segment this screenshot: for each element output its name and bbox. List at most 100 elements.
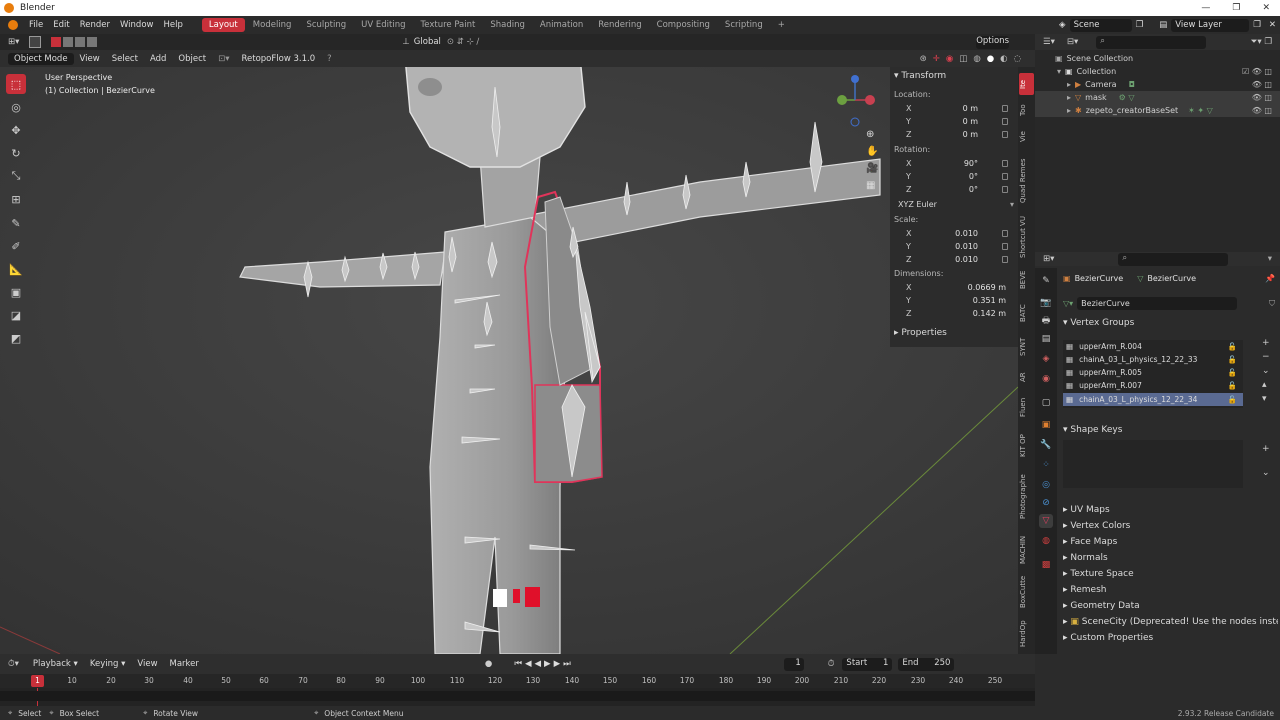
location-x-field[interactable]: X0 m (890, 102, 1018, 115)
help-icon[interactable]: ? (321, 54, 338, 64)
close-button[interactable]: ✕ (1262, 3, 1270, 13)
scale-x-field[interactable]: X 0.010 (890, 227, 1018, 240)
face-maps-header[interactable]: ▸ Face Maps (1063, 537, 1117, 547)
rotation-mode-dropdown[interactable]: XYZ Euler ▾ (890, 198, 1018, 211)
outliner-scene-collection[interactable]: ▣ Scene Collection (1035, 52, 1280, 65)
maximize-button[interactable]: ❐ (1232, 3, 1240, 13)
menu-object[interactable]: Object (172, 54, 212, 64)
sidebar-tab-machin3[interactable]: MACHIN (1019, 531, 1034, 569)
keyframe-icon[interactable]: ● (485, 659, 492, 669)
sidebar-tab-shortcut-vu[interactable]: Shortcut VU (1019, 213, 1034, 261)
pivot-icon[interactable]: ⊙ ⇵ ⊹ ∕ (447, 37, 479, 47)
preview-range-icon[interactable]: ⏱ (828, 659, 835, 669)
menu-window[interactable]: Window (115, 20, 159, 30)
workspace-tab-scripting[interactable]: Scripting (718, 18, 770, 32)
sidebar-tab-tool[interactable]: Too (1019, 99, 1034, 121)
menu-add[interactable]: Add (144, 54, 172, 64)
options-dropdown[interactable]: Options (976, 35, 1009, 49)
geometry-data-header[interactable]: ▸ Geometry Data (1063, 601, 1140, 611)
dimensions-x-field[interactable]: X 0.0669 m (890, 281, 1018, 294)
vertex-colors-header[interactable]: ▸ Vertex Colors (1063, 521, 1130, 531)
location-z-field[interactable]: Z0 m (890, 128, 1018, 141)
cursor-tool-icon[interactable]: ◎ (6, 97, 26, 117)
data-tab-icon[interactable]: ▽ (1039, 514, 1053, 528)
render-tab-icon[interactable]: 📷 (1039, 296, 1053, 310)
menu-render[interactable]: Render (75, 20, 115, 30)
transform-header[interactable]: ▾ Transform (894, 71, 946, 81)
scale-y-field[interactable]: Y 0.010 (890, 240, 1018, 253)
particles-tab-icon[interactable]: ⁘ (1039, 458, 1053, 472)
custom-properties-header[interactable]: ▸ Custom Properties (1063, 633, 1153, 643)
sidebar-tab-item[interactable]: Ite (1019, 73, 1034, 95)
current-frame-field[interactable]: 1 (783, 657, 804, 671)
sidebar-tab-batc[interactable]: BATC (1019, 299, 1034, 327)
properties-editor-icon[interactable]: ⊞▾ (1043, 254, 1054, 264)
menu-edit[interactable]: Edit (48, 20, 74, 30)
rotate-tool-icon[interactable]: ↻ (6, 143, 26, 163)
properties-options-icon[interactable]: ▾ (1268, 254, 1272, 264)
vertex-groups-header[interactable]: ▾ Vertex Groups (1063, 318, 1134, 328)
outliner-item-mask[interactable]: ▸ ▽ mask ⚙ ▽ 👁 ◫ (1035, 91, 1280, 104)
sidebar-tab-beve[interactable]: BEVE (1019, 267, 1034, 293)
remesh-header[interactable]: ▸ Remesh (1063, 585, 1106, 595)
add-cube-tool-icon[interactable]: ▣ (6, 282, 26, 302)
timeline-view-menu[interactable]: View (131, 659, 163, 669)
texture-space-header[interactable]: ▸ Texture Space (1063, 569, 1134, 579)
workspace-tab-compositing[interactable]: Compositing (650, 18, 717, 32)
workspace-tab-rendering[interactable]: Rendering (591, 18, 648, 32)
snap-icon[interactable]: ⊡▾ (212, 54, 235, 64)
workspace-tab-uv-editing[interactable]: UV Editing (354, 18, 412, 32)
sidebar-tab-ar[interactable]: AR (1019, 367, 1034, 387)
outliner-item-collection[interactable]: ▾ ▣ Collection ☑ 👁 ◫ (1035, 65, 1280, 78)
material-tab-icon[interactable]: ◍ (1039, 534, 1053, 548)
shape-key-controls[interactable]: + ⌄ (1262, 444, 1270, 478)
filter-icon[interactable]: ⏷▾ ❐ (1251, 37, 1272, 47)
workspace-tab-sculpting[interactable]: Sculpting (299, 18, 353, 32)
uv-maps-header[interactable]: ▸ UV Maps (1063, 505, 1110, 515)
playback-menu[interactable]: Playback ▾ (27, 659, 84, 669)
view-layer-tab-icon[interactable]: ▤ (1039, 332, 1053, 346)
menu-file[interactable]: File (24, 20, 48, 30)
vertex-group-item[interactable]: ▦ upperArm_R.004 🔓 (1063, 340, 1243, 353)
vertex-group-item[interactable]: ▦ chainA_03_L_physics_12_22_33 🔓 (1063, 353, 1243, 366)
vertex-group-item[interactable]: ▦ upperArm_R.005 🔓 (1063, 366, 1243, 379)
sidebar-tab-synt[interactable]: SYNT (1019, 333, 1034, 361)
properties-search-input[interactable]: ⌕ (1118, 252, 1229, 266)
editor-type-icon[interactable]: ⊞▾ (8, 37, 19, 47)
sidebar-tab-boxcutter[interactable]: BoxCutte (1019, 573, 1034, 611)
timeline-ruler[interactable]: 1 10 20 30 40 50 60 70 80 90 100 110 120… (0, 674, 1035, 688)
workspace-tab-shading[interactable]: Shading (483, 18, 532, 32)
retopoflow-menu[interactable]: RetopoFlow 3.1.0 (236, 54, 322, 64)
dimensions-z-field[interactable]: Z 0.142 m (890, 307, 1018, 320)
sidebar-tab-view[interactable]: Vie (1019, 125, 1034, 149)
workspace-tab-texture-paint[interactable]: Texture Paint (414, 18, 483, 32)
selection-mode-icons[interactable] (51, 37, 98, 47)
outliner-item-zepeto[interactable]: ▸ ✱ zepeto_creatorBaseSet ✶ ✦ ▽ 👁 ◫ (1035, 104, 1280, 117)
menu-help[interactable]: Help (158, 20, 187, 30)
data-block-selector[interactable]: ▽▾ BezierCurve ⛉ (1063, 297, 1275, 310)
outliner-item-camera[interactable]: ▸ ▶ Camera ◘ 👁 ◫ (1035, 78, 1280, 91)
outliner-editor-icon[interactable]: ☰▾ (1043, 37, 1055, 47)
scene-tab-icon[interactable]: ◈ (1039, 352, 1053, 366)
sidebar-tab-hardops[interactable]: HardOp (1019, 617, 1034, 651)
texture-tab-icon[interactable]: ▩ (1039, 558, 1053, 572)
keying-menu[interactable]: Keying ▾ (84, 659, 132, 669)
sidebar-tab-photographer[interactable]: Photographe (1019, 469, 1034, 525)
menu-select[interactable]: Select (106, 54, 144, 64)
workspace-tab-modeling[interactable]: Modeling (246, 18, 299, 32)
constraints-tab-icon[interactable]: ⊘ (1039, 496, 1053, 510)
vertex-group-item[interactable]: ▦ upperArm_R.007 🔓 (1063, 379, 1243, 392)
remove-view-layer-icon[interactable]: ✕ (1265, 20, 1280, 30)
workspace-tab-animation[interactable]: Animation (533, 18, 590, 32)
scale-z-field[interactable]: Z 0.010 (890, 253, 1018, 266)
sidebar-tab-kit-ops[interactable]: KIT OP (1019, 429, 1034, 463)
new-scene-icon[interactable]: ❐ (1132, 20, 1148, 30)
transform-orientation-dropdown[interactable]: Global (414, 37, 441, 47)
extra-tool-2-icon[interactable]: ◩ (6, 328, 26, 348)
playhead[interactable]: 1 (31, 675, 44, 687)
viewport-scene[interactable] (0, 67, 1035, 654)
location-y-field[interactable]: Y0 m (890, 115, 1018, 128)
properties-subpanel-header[interactable]: ▸ Properties (894, 328, 947, 338)
outliner-search-input[interactable]: ⌕ (1096, 35, 1207, 49)
rotation-z-field[interactable]: Z 0° (890, 183, 1018, 196)
